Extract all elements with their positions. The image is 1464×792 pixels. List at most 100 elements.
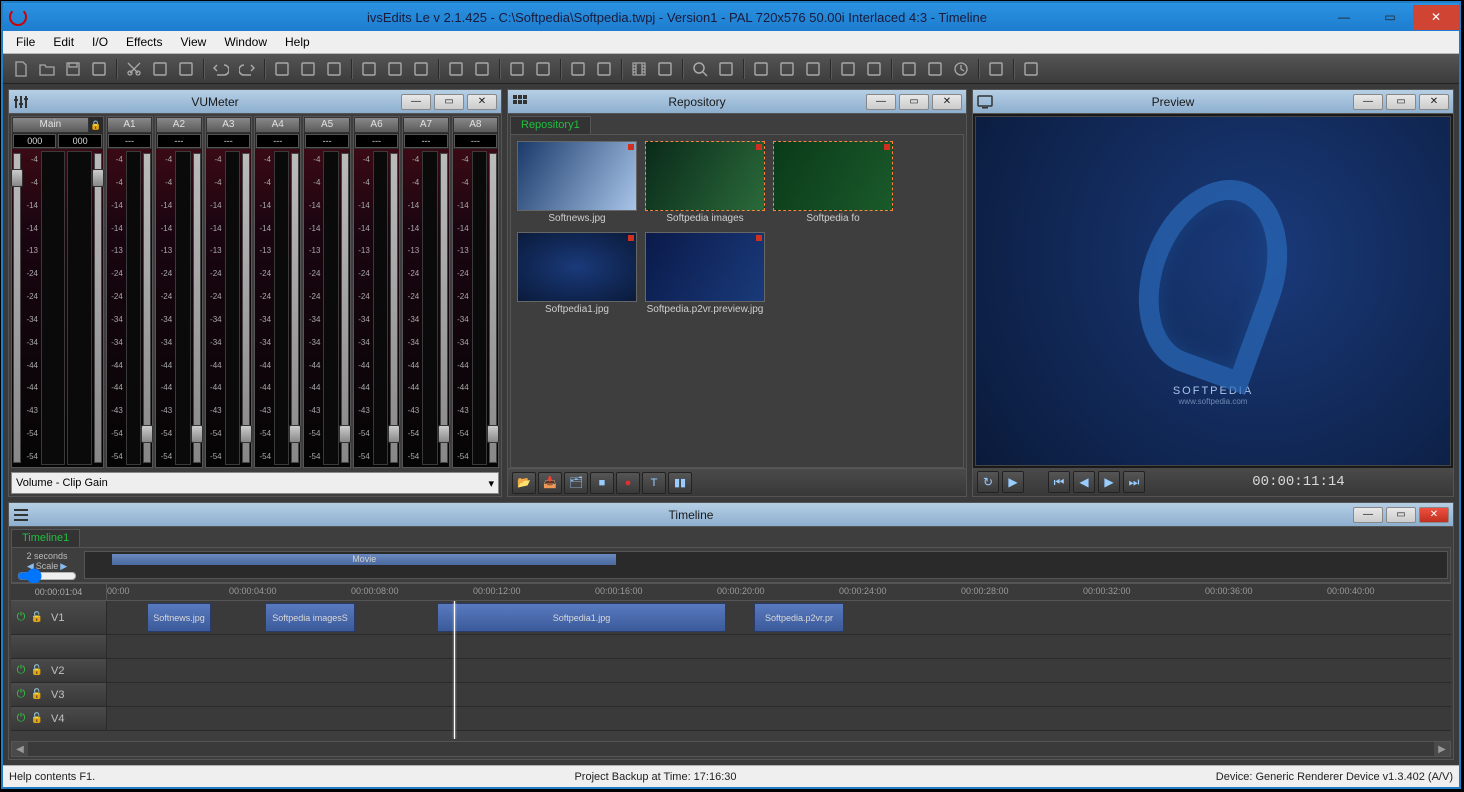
repo-import-button[interactable]: 📥 <box>538 472 562 494</box>
crop-button[interactable] <box>409 57 433 81</box>
grid-lg-button[interactable] <box>714 57 738 81</box>
timeline-clip[interactable]: Softpedia imagesS <box>265 603 355 632</box>
repository-header[interactable]: Repository — ▭ ✕ <box>508 90 966 114</box>
panel-maximize-button[interactable]: ▭ <box>434 94 464 110</box>
save-button[interactable] <box>61 57 85 81</box>
repo-item[interactable]: Softnews.jpg <box>517 141 637 224</box>
timeline-clip[interactable]: Softpedia1.jpg <box>437 603 726 632</box>
panel-close-button[interactable]: ✕ <box>1419 94 1449 110</box>
vu-fader[interactable] <box>143 153 151 463</box>
menu-effects[interactable]: Effects <box>117 32 171 52</box>
track-lane[interactable] <box>107 683 1451 706</box>
scroll-left-button[interactable]: ◀ <box>12 742 28 756</box>
panel-maximize-button[interactable]: ▭ <box>1386 507 1416 523</box>
panel-close-button[interactable]: ✕ <box>467 94 497 110</box>
timeline-overview[interactable]: Movie <box>84 551 1448 579</box>
panel-close-button[interactable]: ✕ <box>932 94 962 110</box>
fx-button[interactable] <box>897 57 921 81</box>
repo-open-button[interactable]: 📂 <box>512 472 536 494</box>
trim-button[interactable] <box>531 57 555 81</box>
track-header[interactable]: ⏻🔓V4 <box>11 707 107 730</box>
grid-dots-button[interactable] <box>775 57 799 81</box>
panel-maximize-button[interactable]: ▭ <box>1386 94 1416 110</box>
close-button[interactable]: ✕ <box>1413 5 1459 30</box>
track-lane[interactable] <box>107 635 1451 658</box>
repo-item[interactable]: Softpedia fo <box>773 141 893 224</box>
preview-go-start-button[interactable]: ⏮ <box>1048 471 1070 493</box>
preview-go-end-button[interactable]: ⏭ <box>1123 471 1145 493</box>
film-button[interactable] <box>627 57 651 81</box>
snap-right-button[interactable] <box>322 57 346 81</box>
vu-fader[interactable] <box>291 153 299 463</box>
preview-viewport[interactable]: SOFTPEDIA www.softpedia.com <box>975 116 1451 466</box>
preview-header[interactable]: Preview — ▭ ✕ <box>973 90 1453 114</box>
menu-file[interactable]: File <box>7 32 44 52</box>
timeline-tab[interactable]: Timeline1 <box>11 529 80 547</box>
repo-rec-button[interactable]: ● <box>616 472 640 494</box>
preview-loop-button[interactable]: ↻ <box>977 471 999 493</box>
new-button[interactable] <box>9 57 33 81</box>
sliders-button[interactable] <box>801 57 825 81</box>
panel-minimize-button[interactable]: — <box>401 94 431 110</box>
panel-close-button[interactable]: ✕ <box>1419 507 1449 523</box>
copy-button[interactable] <box>148 57 172 81</box>
track-lock-button[interactable]: 🔓 <box>31 689 43 701</box>
track-header[interactable]: ⏻🔓V1 <box>11 601 107 634</box>
clock-button[interactable] <box>949 57 973 81</box>
menu-window[interactable]: Window <box>215 32 276 52</box>
timeline-header[interactable]: Timeline — ▭ ✕ <box>9 503 1453 527</box>
timeline-hscroll[interactable]: ◀ ▶ <box>11 741 1451 757</box>
vu-fader[interactable] <box>440 153 448 463</box>
vu-fader[interactable] <box>242 153 250 463</box>
track-header[interactable]: ⏻🔓V2 <box>11 659 107 682</box>
undo-button[interactable] <box>209 57 233 81</box>
maximize-button[interactable]: ▭ <box>1367 5 1413 30</box>
vu-fader[interactable] <box>94 153 102 463</box>
menu-edit[interactable]: Edit <box>44 32 83 52</box>
track-power-button[interactable]: ⏻ <box>15 689 27 701</box>
repo-bars-button[interactable]: ▮▮ <box>668 472 692 494</box>
panel-minimize-button[interactable]: — <box>866 94 896 110</box>
vu-fader[interactable] <box>13 153 21 463</box>
wrench-button[interactable] <box>87 57 111 81</box>
ins-button[interactable] <box>592 57 616 81</box>
panel-minimize-button[interactable]: — <box>1353 94 1383 110</box>
repo-browse-button[interactable]: 🗂 <box>564 472 588 494</box>
open-button[interactable] <box>35 57 59 81</box>
repo-item[interactable]: Softpedia.p2vr.preview.jpg <box>645 232 765 315</box>
preview-step-back-button[interactable]: ◀ <box>1073 471 1095 493</box>
repo-stop-button[interactable]: ■ <box>590 472 614 494</box>
redo-button[interactable] <box>235 57 259 81</box>
vu-fader[interactable] <box>193 153 201 463</box>
repository-tab[interactable]: Repository1 <box>510 116 591 134</box>
timeline-clip[interactable]: Softnews.jpg <box>147 603 211 632</box>
repo-text-button[interactable]: T <box>642 472 666 494</box>
track-power-button[interactable]: ⏻ <box>15 713 27 725</box>
vu-fader[interactable] <box>390 153 398 463</box>
lock-icon[interactable]: 🔒 <box>89 118 103 132</box>
link-button[interactable] <box>444 57 468 81</box>
preview-step-fwd-button[interactable]: ▶ <box>1098 471 1120 493</box>
track-power-button[interactable]: ⏻ <box>15 665 27 677</box>
repo-item[interactable]: Softpedia1.jpg <box>517 232 637 315</box>
minimize-button[interactable]: — <box>1321 5 1367 30</box>
fx-refresh-button[interactable] <box>862 57 886 81</box>
menu-io[interactable]: I/O <box>83 32 117 52</box>
eject-button[interactable] <box>1019 57 1043 81</box>
repo-item[interactable]: Softpedia images <box>645 141 765 224</box>
track-lane[interactable] <box>107 707 1451 730</box>
overview-clip[interactable]: Movie <box>112 554 616 565</box>
track-power-button[interactable]: ⏻ <box>15 612 27 624</box>
vu-fader[interactable] <box>489 153 497 463</box>
fx-alt-button[interactable] <box>923 57 947 81</box>
marker-out-button[interactable] <box>383 57 407 81</box>
track-lane[interactable] <box>107 659 1451 682</box>
vumeter-header[interactable]: VUMeter — ▭ ✕ <box>9 90 501 114</box>
vumeter-mode-dropdown[interactable]: Volume - Clip Gain ▾ <box>11 472 499 494</box>
menu-help[interactable]: Help <box>276 32 319 52</box>
snap-left-button[interactable] <box>296 57 320 81</box>
panel-maximize-button[interactable]: ▭ <box>899 94 929 110</box>
timeline-ruler[interactable]: 00:00:01:04 00:0000:00:04:0000:00:08:000… <box>11 583 1451 601</box>
warn-button[interactable] <box>984 57 1008 81</box>
split-button[interactable] <box>270 57 294 81</box>
